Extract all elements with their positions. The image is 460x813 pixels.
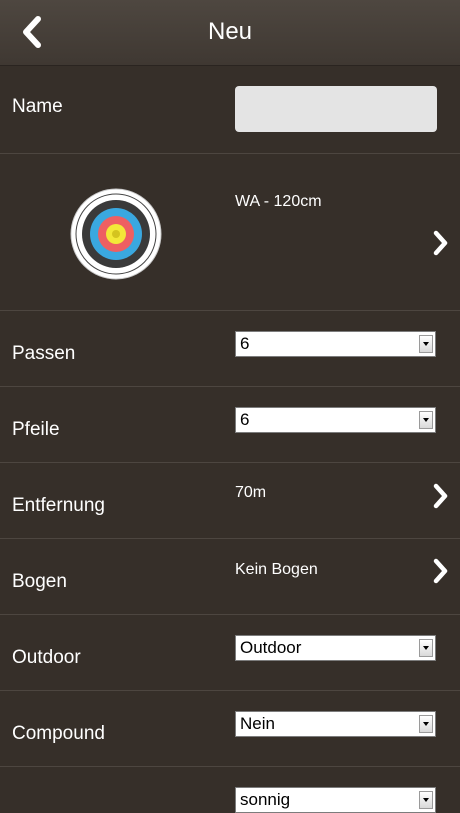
bogen-row[interactable]: Bogen Kein Bogen [0,539,460,615]
passen-row: Passen 6 [0,311,460,387]
entfernung-label: Entfernung [12,495,105,516]
pfeile-label: Pfeile [12,419,60,440]
dropdown-arrow-icon [419,791,433,809]
compound-selected-value: Nein [240,714,275,733]
page-title: Neu [207,18,253,45]
nav-header: Neu [0,0,460,66]
dropdown-arrow-icon [419,639,433,657]
name-input[interactable] [235,86,437,132]
pfeile-row: Pfeile 6 [0,387,460,463]
passen-label: Passen [12,343,76,364]
dropdown-arrow-icon [419,411,433,429]
compound-select[interactable]: Nein [235,711,436,737]
entfernung-value: 70m [235,484,267,501]
outdoor-row: Outdoor Outdoor [0,615,460,691]
archery-target-icon [70,188,162,280]
entfernung-row[interactable]: Entfernung 70m [0,463,460,539]
compound-row: Compound Nein [0,691,460,767]
bogen-value: Kein Bogen [235,561,318,578]
passen-select[interactable]: 6 [235,331,436,357]
compound-label: Compound [12,723,105,744]
chevron-right-icon[interactable] [430,482,452,510]
outdoor-label: Outdoor [12,647,81,668]
weather-row: sonnig [0,767,460,813]
name-label: Name [12,96,63,117]
outdoor-select[interactable]: Outdoor [235,635,436,661]
weather-selected-value: sonnig [240,790,291,809]
passen-selected-value: 6 [240,334,250,353]
outdoor-selected-value: Outdoor [240,638,302,657]
name-row: Name [0,66,460,154]
bogen-label: Bogen [12,571,67,592]
target-row[interactable]: WA - 120cm [0,154,460,311]
dropdown-arrow-icon [419,715,433,733]
target-value: WA - 120cm [235,193,322,210]
chevron-right-icon[interactable] [430,557,452,585]
weather-select[interactable]: sonnig [235,787,436,813]
dropdown-arrow-icon [419,335,433,353]
pfeile-select[interactable]: 6 [235,407,436,433]
chevron-right-icon[interactable] [430,229,452,257]
pfeile-selected-value: 6 [240,410,250,429]
